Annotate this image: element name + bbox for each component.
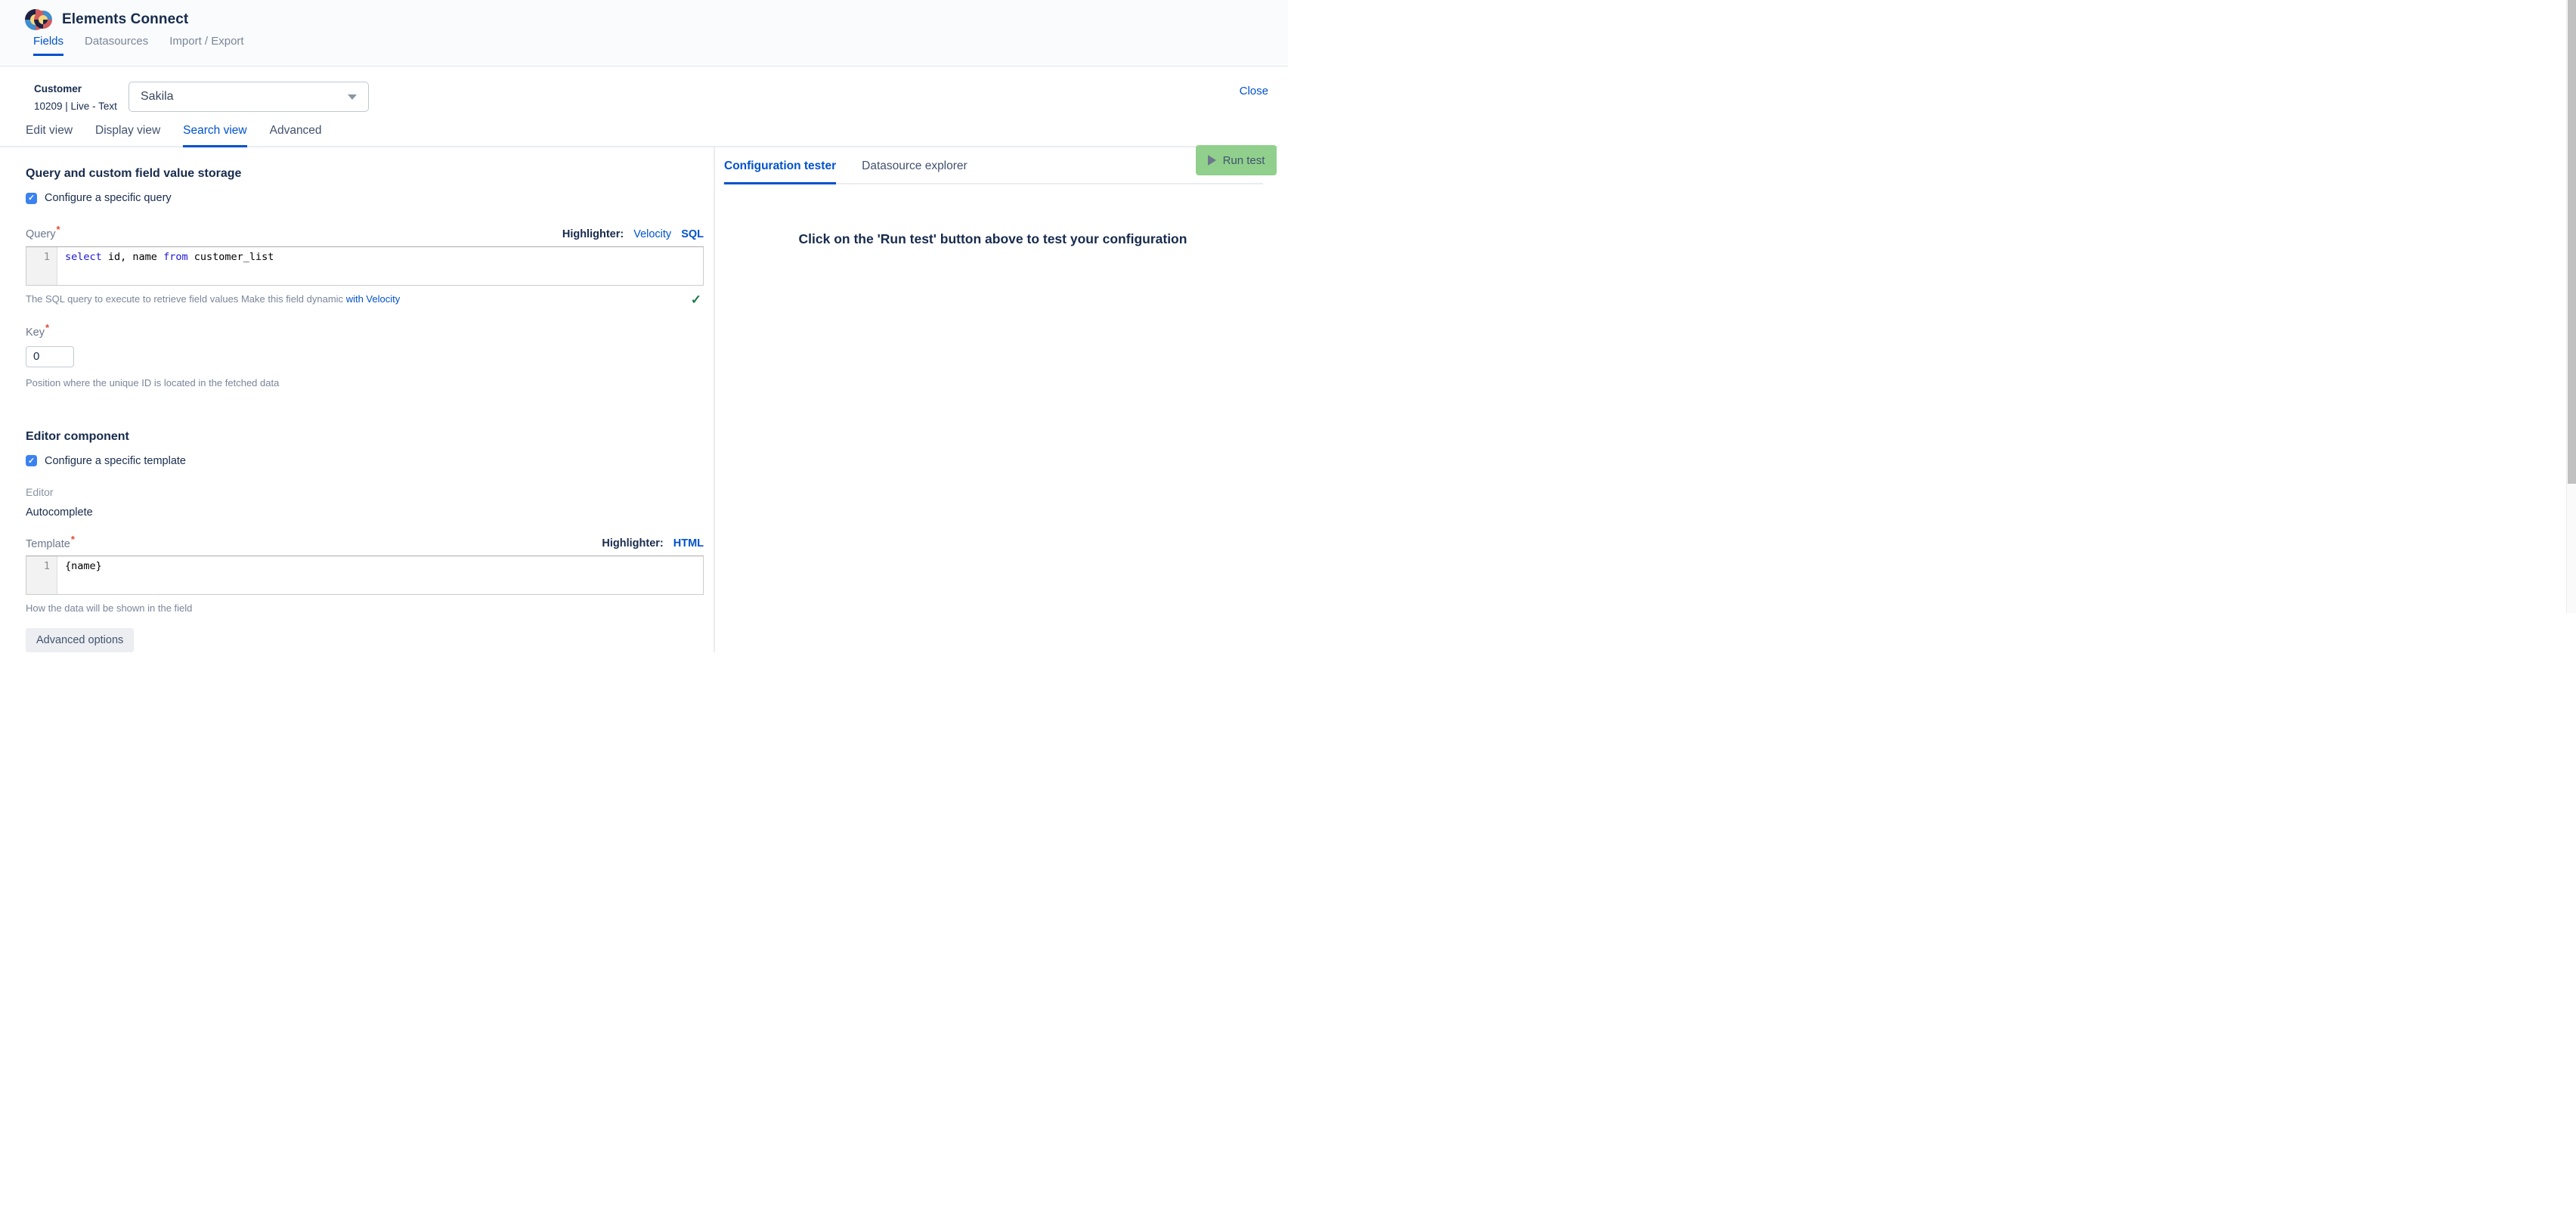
highlighter-html-link[interactable]: HTML	[673, 537, 704, 550]
run-test-label: Run test	[1223, 154, 1265, 167]
configure-specific-template-label: Configure a specific template	[45, 455, 186, 467]
query-editor-line-number: 1	[26, 247, 57, 285]
play-icon	[1208, 155, 1216, 166]
template-code-line: {name}	[57, 556, 102, 594]
field-meta: 10209 | Live - Text	[34, 101, 128, 112]
template-editor-line-number: 1	[26, 556, 57, 594]
top-tab-fields[interactable]: Fields	[33, 35, 63, 56]
highlighter-label: Highlighter:	[602, 537, 663, 550]
tab-configuration-tester[interactable]: Configuration tester	[724, 159, 836, 184]
required-asterisk: *	[45, 322, 49, 333]
query-section-title: Query and custom field value storage	[26, 167, 704, 181]
top-tab-import-export[interactable]: Import / Export	[169, 35, 243, 56]
view-tab-search-view[interactable]: Search view	[183, 124, 246, 147]
template-label: Template*	[26, 534, 75, 550]
query-code-line: select id, name from customer_list	[57, 247, 274, 285]
valid-check-icon: ✓	[691, 293, 701, 306]
datasource-select-value: Sakila	[141, 90, 174, 104]
template-code-editor[interactable]: 1 {name}	[26, 556, 704, 595]
required-asterisk: *	[71, 534, 75, 545]
configuration-pane: Query and custom field value storage ✓ C…	[0, 147, 714, 652]
configure-specific-query-checkbox[interactable]: ✓	[26, 193, 37, 204]
configure-specific-template-checkbox[interactable]: ✓	[26, 455, 37, 466]
highlighter-velocity-link[interactable]: Velocity	[633, 228, 671, 240]
query-label: Query*	[26, 224, 60, 240]
highlighter-label: Highlighter:	[562, 228, 624, 240]
template-help-text: How the data will be shown in the field	[26, 602, 192, 614]
tab-datasource-explorer[interactable]: Datasource explorer	[862, 159, 968, 183]
template-highlighter: Highlighter: HTML	[602, 537, 704, 550]
view-tab-edit-view[interactable]: Edit view	[26, 124, 73, 146]
elements-connect-logo-icon	[25, 8, 52, 32]
query-code-editor[interactable]: 1 select id, name from customer_list	[26, 246, 704, 286]
checkbox-check-icon: ✓	[28, 457, 35, 466]
key-label: Key*	[26, 327, 49, 339]
top-tabs: Fields Datasources Import / Export	[25, 35, 1288, 56]
key-help-text: Position where the unique ID is located …	[26, 377, 704, 389]
query-highlighter: Highlighter: Velocity SQL	[562, 228, 704, 240]
app-header: Elements Connect Fields Datasources Impo…	[0, 0, 1288, 67]
with-velocity-link[interactable]: with Velocity	[346, 293, 401, 305]
configure-specific-query-label: Configure a specific query	[45, 192, 172, 204]
tester-message: Click on the 'Run test' button above to …	[723, 231, 1263, 247]
tester-tabs: Configuration tester Datasource explorer	[723, 159, 1263, 184]
editor-label: Editor	[26, 486, 704, 498]
tester-pane: Configuration tester Datasource explorer…	[715, 147, 1278, 652]
app-title: Elements Connect	[62, 11, 188, 28]
scrollbar-thumb[interactable]	[2568, 0, 2576, 484]
view-tab-display-view[interactable]: Display view	[95, 124, 160, 146]
page-scrollbar	[2566, 0, 2576, 613]
highlighter-sql-link[interactable]: SQL	[681, 228, 704, 240]
key-input[interactable]	[26, 346, 74, 367]
view-tab-advanced[interactable]: Advanced	[270, 124, 322, 146]
field-name: Customer	[34, 83, 128, 94]
checkbox-check-icon: ✓	[28, 193, 35, 203]
editor-value: Autocomplete	[26, 506, 704, 519]
view-tabs: Edit view Display view Search view Advan…	[0, 124, 1278, 147]
chevron-down-icon	[348, 94, 357, 100]
close-link[interactable]: Close	[1240, 85, 1268, 98]
datasource-select[interactable]: Sakila	[128, 82, 369, 112]
field-bar: Customer 10209 | Live - Text Sakila Clos…	[0, 67, 1288, 112]
required-asterisk: *	[57, 224, 60, 235]
editor-section-title: Editor component	[26, 430, 704, 444]
advanced-options-button[interactable]: Advanced options	[26, 628, 134, 652]
run-test-button[interactable]: Run test	[1196, 145, 1277, 175]
top-tab-datasources[interactable]: Datasources	[85, 35, 148, 56]
query-help-text: The SQL query to execute to retrieve fie…	[26, 293, 400, 305]
